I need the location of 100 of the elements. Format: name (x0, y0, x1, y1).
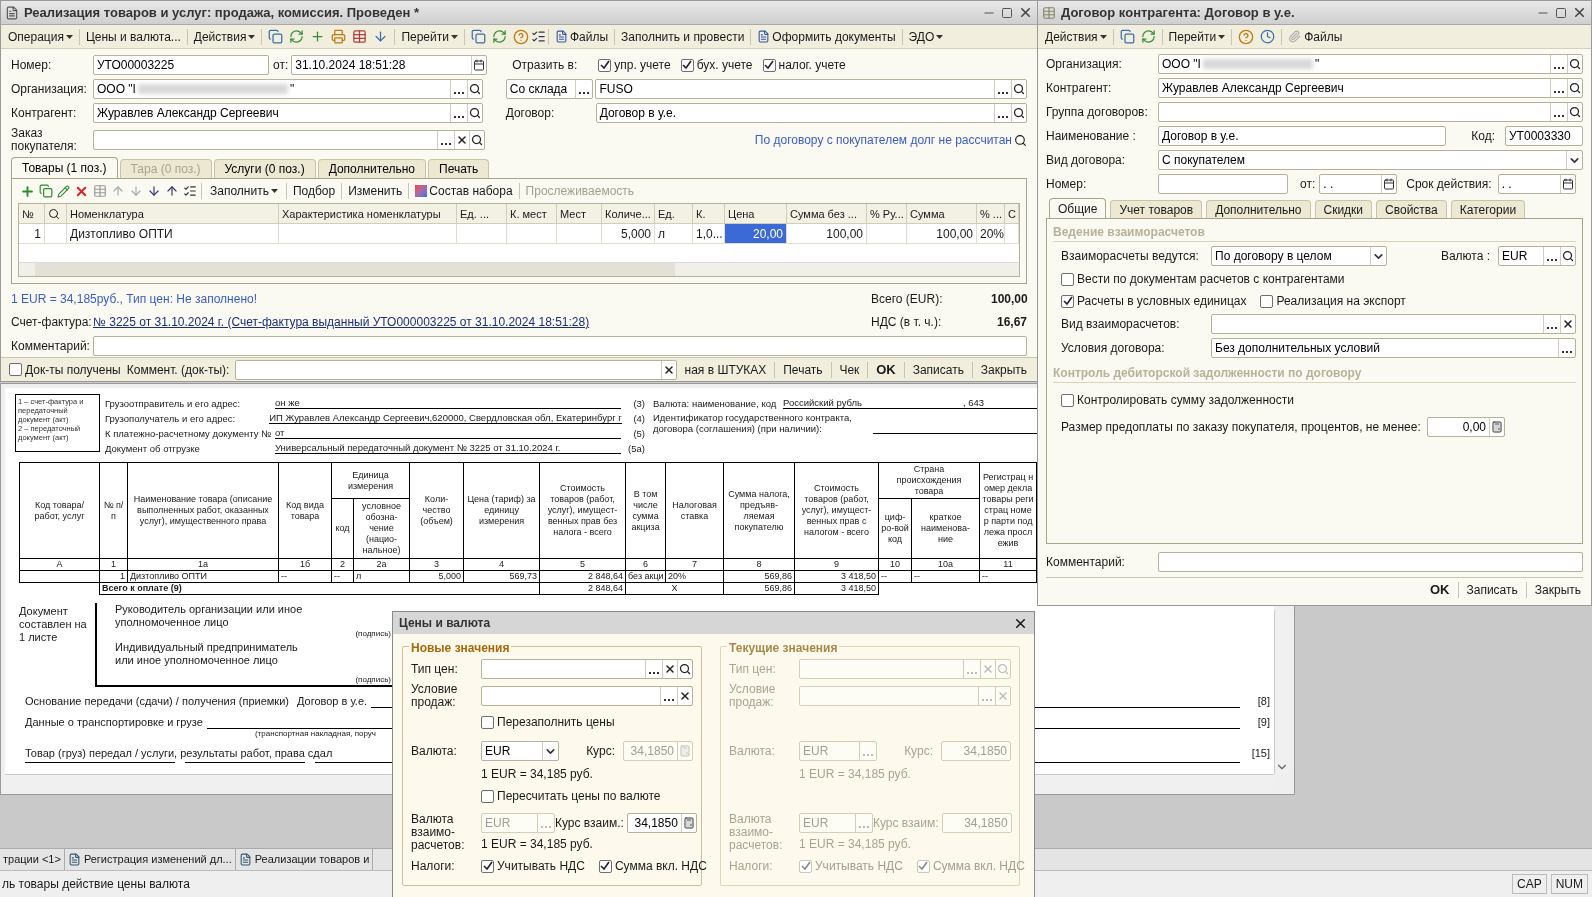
column-header: Страна происхождения товара (878, 462, 980, 499)
form-ref: (5а) (627, 443, 645, 454)
form-label: Идентификатор государственного контракта, договора (соглашения) (при наличии): (653, 412, 853, 434)
vat-value: 16,67 (995, 314, 1027, 331)
form-ref: (3) (632, 398, 645, 409)
signature-hint: (подпись) (355, 629, 392, 639)
total-value: 100,00 (991, 291, 1027, 308)
field-label: Всего (EUR): (871, 291, 944, 308)
group-title: Контроль дебиторской задолженности по договору (1053, 366, 1362, 380)
field-label: Валюта: (411, 743, 458, 760)
field-value: " (1314, 56, 1320, 73)
column-number: 7 (665, 558, 724, 571)
field-label: Налоги: (729, 858, 774, 875)
field-label: Срок действия: (1406, 176, 1492, 193)
column-header: Цена (тариф) за единицу измерения (463, 462, 540, 559)
table-cell: без акци (625, 570, 666, 583)
field-label: Валюта взаимо-расчетов: (729, 813, 784, 853)
rate-note: 1 EUR = 34,185 руб. (799, 767, 911, 781)
field-label: НДС (в т. ч.): (871, 314, 943, 331)
form-label: Грузополучатель и его адрес: (105, 413, 237, 424)
dialog-title: Цены и валюта (399, 615, 492, 632)
field-value: " (289, 81, 295, 98)
table-cell: 3 418,50 (794, 582, 879, 595)
form-label: Грузоотправитель и его адрес: (105, 398, 242, 409)
table-cell: 569,86 (723, 582, 795, 595)
rate-note: 1 EUR = 34,185 руб. (481, 767, 593, 781)
field-value: ООО "I (1162, 56, 1201, 73)
field-label: Валюта взаимо-расчетов: (411, 813, 466, 853)
column-number: 2 (331, 558, 354, 571)
rate-note: 1 EUR = 34,185 руб. (481, 836, 594, 853)
form-ref: [8] (1256, 695, 1270, 708)
field-label: Комментарий: (11, 338, 91, 355)
status-indicator: NUM (1550, 874, 1588, 894)
table-cell: 2 848,64 (539, 582, 626, 595)
field-label: Договор: (505, 105, 556, 122)
column-number: 11 (979, 558, 1037, 571)
column-number: 5 (539, 558, 626, 571)
checkbox-label: Учитывать НДС (497, 858, 585, 875)
table-cell: -- (878, 570, 912, 583)
form-label: К платежно-расчетному документу № (105, 428, 273, 439)
checkbox-label: Сумма вкл. НДС (614, 858, 707, 875)
column-number: 6 (625, 558, 666, 571)
table-cell: -- (331, 570, 354, 583)
column-header: Налоговая ставка (665, 462, 724, 559)
checkbox-label: Учитывать НДС (815, 858, 903, 875)
field-label: Курс взаим: (873, 815, 939, 832)
window-title: Реализация товаров и услуг: продажа, комиссия. Проведен * (24, 3, 420, 22)
field-label: Код: (1471, 128, 1495, 145)
field-label: Курс взаим.: (555, 815, 624, 832)
form-hint: (транспортная накладная, поруч (255, 729, 376, 739)
form-ref: (4) (632, 413, 645, 424)
column-number: 8 (723, 558, 795, 571)
column-header: циф-ро-вой код (878, 498, 912, 559)
field-label: Курс: (904, 743, 933, 760)
checkbox-label: Расчеты в условных единицах (1077, 293, 1247, 310)
field-label: от: (1300, 176, 1316, 193)
table-cell: 569,86 (723, 570, 795, 583)
status-indicator: CAP (1512, 874, 1547, 894)
table-cell: -- (979, 570, 1037, 583)
column-number: 1 (99, 558, 128, 571)
field-label: от: (273, 57, 289, 74)
field-label: Валюта : (1440, 248, 1490, 265)
table-cell: X (625, 582, 724, 595)
field-label: Организация: (1046, 56, 1123, 73)
checkbox-label: налог. учете (778, 57, 846, 74)
checkbox-label: Пересчитать цены по валюте (497, 788, 661, 805)
table-cell: 569,73 (463, 570, 540, 583)
field-label: Размер предоплаты по заказу покупателя, процентов, не менее: (1061, 419, 1422, 436)
field-label: Контрагент: (11, 105, 78, 122)
checkbox-label: бух. учете (696, 57, 753, 74)
form-ref: [15] (1250, 747, 1270, 760)
column-header: Сумма налога, предъяв-ляемая покупателю (723, 462, 795, 559)
field-label: Условие продаж: (411, 683, 459, 709)
table-cell: 5,000 (409, 570, 464, 583)
column-header: Стоимость товаров (работ, услуг), имущест-венных прав без налога - всего (539, 462, 626, 559)
field-label: Организация: (11, 81, 88, 98)
column-number: 10а (911, 558, 980, 571)
column-header: Коли-чество (объем) (409, 462, 464, 559)
status-text: ль товары действие цены валюта (2, 876, 191, 893)
table-cell: -- (911, 570, 980, 583)
table-cell: л (353, 570, 410, 583)
column-header: № п/п (99, 462, 128, 559)
column-number: 2а (353, 558, 410, 571)
table-cell: -- (278, 570, 332, 583)
field-label: Валюта: (729, 743, 776, 760)
column-header: Регистрац номер декла товары регистрац номер парти подлежа прослежив (979, 462, 1037, 559)
signer-role: Руководитель организации или иное уполномоченное лицо (115, 603, 304, 629)
field-label: Контрагент: (1046, 80, 1113, 97)
column-header: код (331, 498, 354, 559)
field-label: Вид взаиморасчетов: (1061, 316, 1181, 333)
field-label: Номер: (1046, 176, 1088, 193)
checkbox-label: Сумма вкл. НДС (932, 858, 1025, 875)
group-title: Ведение взаиморасчетов (1053, 225, 1205, 239)
form-value: Договор в у.е. (296, 695, 368, 708)
column-number: 9 (794, 558, 879, 571)
checkbox-label: Реализация на экспорт (1276, 293, 1406, 310)
column-number: 1б (278, 558, 332, 571)
column-number: А (19, 558, 100, 571)
field-label: Комментарий: (1046, 554, 1126, 571)
checkbox-label: Перезаполнить цены (497, 714, 615, 731)
